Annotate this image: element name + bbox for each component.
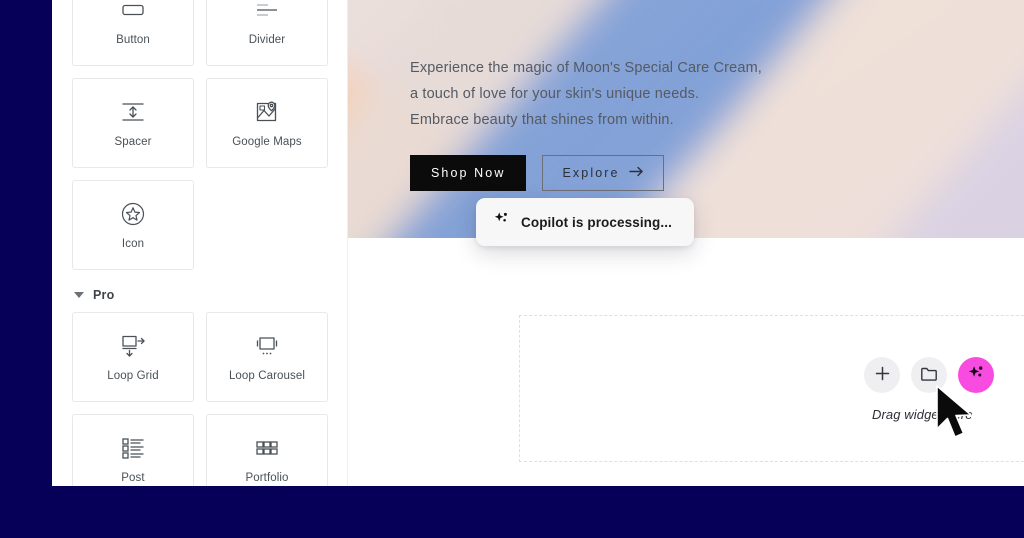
- google-maps-icon: [252, 97, 282, 127]
- widget-label: Loop Carousel: [228, 370, 306, 383]
- explore-button-label: Explore: [562, 166, 620, 180]
- loop-grid-icon: [118, 331, 148, 361]
- widget-label: Google Maps: [232, 136, 302, 149]
- widget-panel[interactable]: Button Divider Spacer Google Maps Icon P…: [52, 0, 348, 486]
- section-header-pro[interactable]: Pro: [74, 288, 328, 302]
- widget-card-google-maps[interactable]: Google Maps: [206, 78, 328, 168]
- section-title: Pro: [93, 288, 115, 302]
- hero-copy: Experience the magic of Moon's Special C…: [410, 55, 762, 191]
- widget-card-post[interactable]: Post: [72, 414, 194, 486]
- widget-card-loop-carousel[interactable]: Loop Carousel: [206, 312, 328, 402]
- widget-card-button[interactable]: Button: [72, 0, 194, 66]
- button-icon: [118, 0, 148, 25]
- post-list-icon: [118, 433, 148, 463]
- widget-card-icon[interactable]: Icon: [72, 180, 194, 270]
- widget-grid-pro: Loop Grid Loop Carousel Post Portfolio: [72, 312, 328, 486]
- widget-grid-basic: Button Divider Spacer Google Maps Icon: [72, 0, 328, 270]
- widget-label: Post: [121, 472, 145, 485]
- widget-label: Portfolio: [245, 472, 289, 485]
- chevron-down-icon: [74, 292, 84, 298]
- folder-icon: [920, 366, 938, 385]
- star-icon: [118, 199, 148, 229]
- portfolio-grid-icon: [252, 433, 282, 463]
- arrow-right-icon: [628, 166, 644, 180]
- widget-card-loop-grid[interactable]: Loop Grid: [72, 312, 194, 402]
- dropzone-action-buttons: [864, 357, 994, 393]
- widget-label: Divider: [248, 34, 286, 47]
- widget-label: Icon: [121, 238, 145, 251]
- hero-button-group: Shop Now Explore: [410, 155, 762, 191]
- widget-card-spacer[interactable]: Spacer: [72, 78, 194, 168]
- hero-line-1: Experience the magic of Moon's Special C…: [410, 60, 762, 76]
- dropzone-caption: Drag widget here: [872, 407, 973, 422]
- add-element-button[interactable]: [864, 357, 900, 393]
- widget-panel-scroll-content: Button Divider Spacer Google Maps Icon P…: [52, 0, 347, 486]
- shop-now-button[interactable]: Shop Now: [410, 155, 527, 191]
- app-root: Button Divider Spacer Google Maps Icon P…: [0, 0, 1024, 538]
- plus-icon: [874, 365, 891, 385]
- editor-window: Button Divider Spacer Google Maps Icon P…: [52, 0, 1024, 486]
- widget-card-portfolio[interactable]: Portfolio: [206, 414, 328, 486]
- explore-button[interactable]: Explore: [542, 155, 664, 191]
- widget-label: Button: [116, 34, 150, 47]
- sparkle-ai-icon: [493, 211, 510, 233]
- loop-carousel-icon: [252, 331, 282, 361]
- widget-card-divider[interactable]: Divider: [206, 0, 328, 66]
- hero-line-2: a touch of love for your skin's unique n…: [410, 86, 700, 102]
- page-canvas[interactable]: Experience the magic of Moon's Special C…: [348, 0, 1024, 486]
- divider-icon: [252, 0, 282, 25]
- widget-label: Loop Grid: [107, 370, 159, 383]
- toast-message: Copilot is processing...: [521, 214, 672, 230]
- widget-label: Spacer: [114, 136, 152, 149]
- sparkle-ai-icon: [967, 364, 986, 386]
- copilot-processing-toast: Copilot is processing...: [476, 198, 694, 246]
- open-folder-button[interactable]: [911, 357, 947, 393]
- ai-generate-button[interactable]: [958, 357, 994, 393]
- hero-line-3: Embrace beauty that shines from within.: [410, 112, 674, 128]
- spacer-icon: [118, 97, 148, 127]
